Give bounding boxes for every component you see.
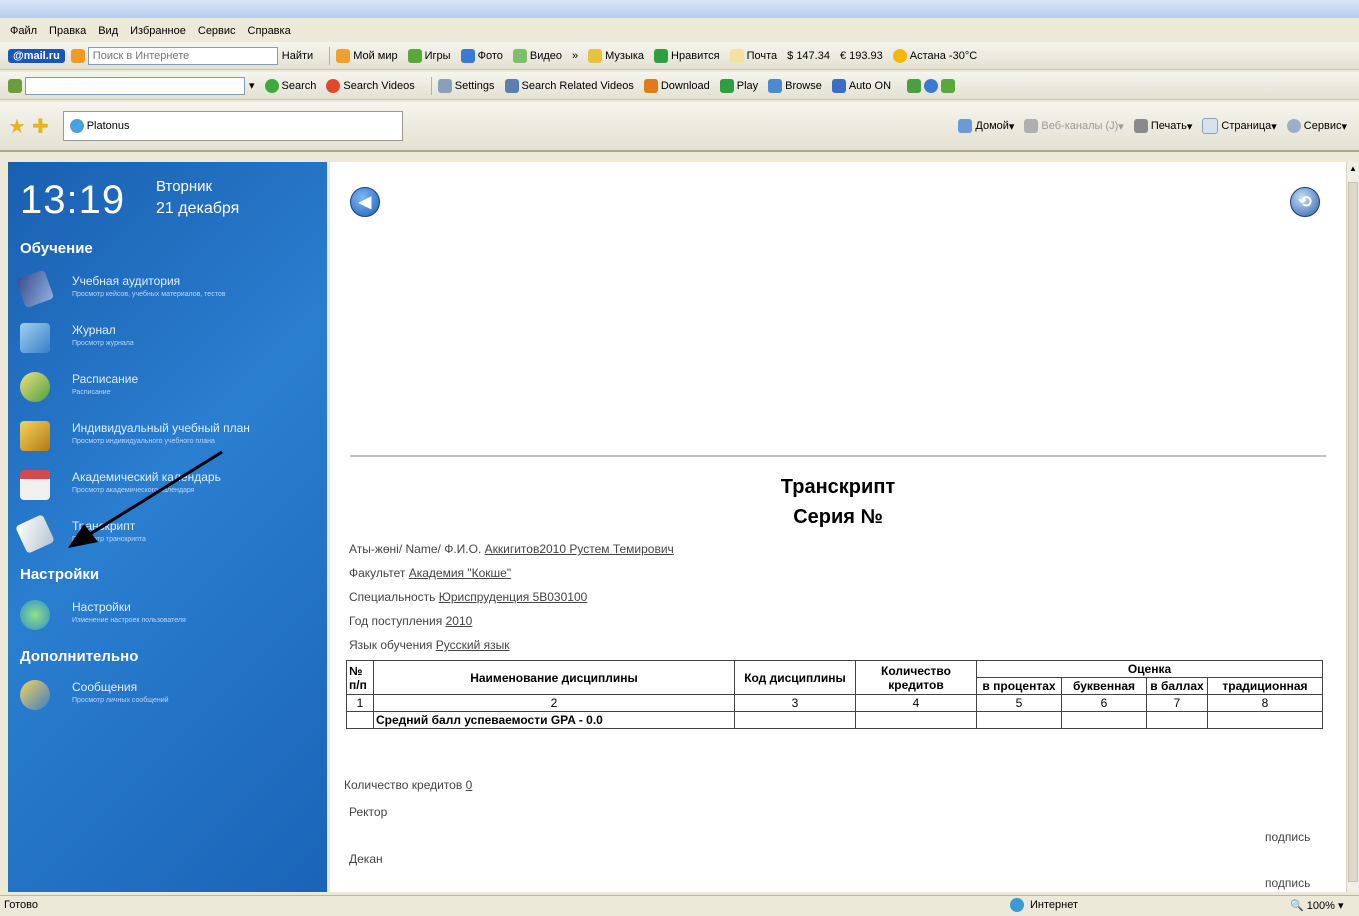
- document-title: Транскрипт: [780, 476, 896, 498]
- field-name: Аты-жөні/ Name/ Ф.И.О. Аккигитов2010 Рус…: [349, 542, 674, 556]
- table-cell: 5: [976, 694, 1062, 712]
- back-arrow-icon[interactable]: ◀: [350, 187, 380, 217]
- col-header-name: Наименование дисциплины: [373, 660, 735, 695]
- main-content: ◀ ⟲ Транскрипт Серия № Аты-жөні/ Name/ Ф…: [330, 162, 1346, 892]
- arrow-head: [68, 524, 98, 548]
- status-text: Готово: [4, 899, 38, 911]
- table-cell: [734, 711, 856, 729]
- field-label: Специальность: [349, 590, 436, 604]
- col-header-letter: буквенная: [1061, 677, 1147, 695]
- signature-label: подпись: [1265, 876, 1311, 890]
- table-cell: 3: [734, 694, 856, 712]
- table-row: Средний балл успеваемости GPA - 0.0: [346, 711, 1323, 729]
- table-header-row: № п/п Наименование дисциплины Код дисцип…: [346, 660, 1323, 695]
- exit-icon[interactable]: ⟲: [1290, 187, 1320, 217]
- field-year: Год поступления 2010: [349, 614, 472, 628]
- zone-label: Интернет: [1030, 899, 1078, 911]
- col-header-num: № п/п: [346, 660, 374, 695]
- scroll-thumb[interactable]: [1348, 182, 1358, 882]
- zoom-value: 100%: [1306, 900, 1335, 912]
- table-cell: [1207, 711, 1323, 729]
- table-cell: [346, 711, 374, 729]
- col-header-traditional: традиционная: [1207, 677, 1323, 695]
- gpa-cell: Средний балл успеваемости GPA - 0.0: [373, 711, 735, 729]
- lock-icon: [990, 898, 1004, 912]
- field-label: Язык обучения: [349, 638, 433, 652]
- student-name-link[interactable]: Аккигитов2010 Рустем Темирович: [485, 542, 674, 556]
- transcript-table: № п/п Наименование дисциплины Код дисцип…: [346, 660, 1323, 729]
- table-cell: [1146, 711, 1208, 729]
- table-row: 1 2 3 4 5 6 7 8: [346, 694, 1323, 712]
- dean-label: Декан: [349, 852, 383, 866]
- signature-label: подпись: [1265, 830, 1311, 844]
- rector-label: Ректор: [349, 805, 388, 819]
- table-cell: 1: [346, 694, 374, 712]
- col-header-points: в баллах: [1146, 677, 1208, 695]
- col-header-credits: Количество кредитов: [855, 660, 977, 695]
- table-cell: 8: [1207, 694, 1323, 712]
- table-cell: 4: [855, 694, 977, 712]
- field-faculty: Факультет Академия "Кокше": [349, 566, 511, 580]
- credits-value-link[interactable]: 0: [466, 778, 473, 792]
- table-cell: 2: [373, 694, 735, 712]
- language-link[interactable]: Русский язык: [436, 638, 510, 652]
- table-cell: 7: [1146, 694, 1208, 712]
- specialty-link[interactable]: Юриспруденция 5В030100: [439, 590, 588, 604]
- arrow-shaft: [89, 450, 223, 536]
- field-language: Язык обучения Русский язык: [349, 638, 510, 652]
- table-cell: [1061, 711, 1147, 729]
- divider: [350, 455, 1326, 457]
- year-link[interactable]: 2010: [446, 614, 473, 628]
- table-cell: [855, 711, 977, 729]
- faculty-link[interactable]: Академия "Кокше": [409, 566, 511, 580]
- field-label: Аты-жөні/ Name/ Ф.И.О.: [349, 542, 482, 556]
- vertical-scrollbar[interactable]: ▲: [1346, 162, 1359, 892]
- scroll-up-icon[interactable]: ▲: [1349, 164, 1357, 173]
- status-bar: Готово Интернет 🔍 100% ▾: [0, 895, 1359, 916]
- field-label: Факультет: [349, 566, 406, 580]
- field-label: Год поступления: [349, 614, 443, 628]
- col-header-grade: Оценка: [976, 660, 1323, 678]
- col-header-code: Код дисциплины: [734, 660, 856, 695]
- zoom-control[interactable]: 🔍 100% ▾: [1290, 899, 1343, 912]
- credits-label: Количество кредитов: [344, 778, 463, 792]
- table-cell: 6: [1061, 694, 1147, 712]
- field-specialty: Специальность Юриспруденция 5В030100: [349, 590, 587, 604]
- globe-icon: [1010, 898, 1024, 912]
- table-cell: [976, 711, 1062, 729]
- col-header-percent: в процентах: [976, 677, 1062, 695]
- document-series: Серия №: [793, 506, 883, 528]
- credits-total: Количество кредитов 0: [344, 778, 472, 792]
